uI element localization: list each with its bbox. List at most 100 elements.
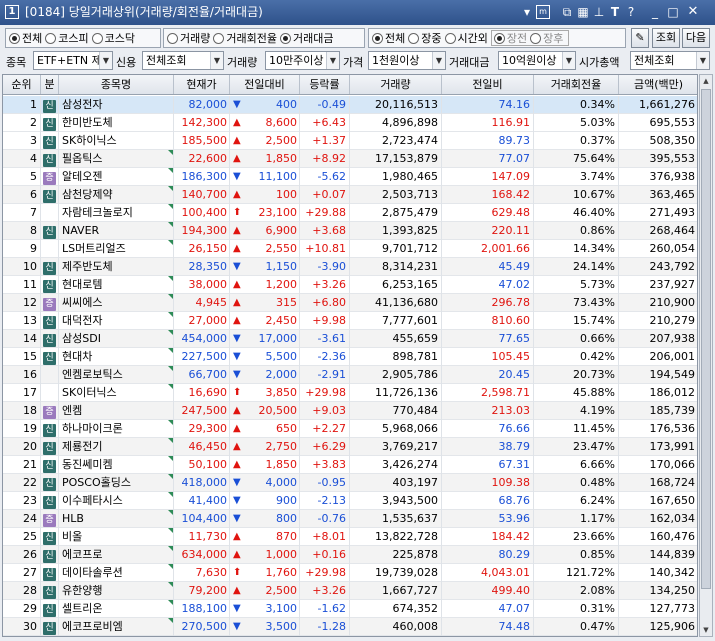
radio-market-kospi[interactable]: 코스피 bbox=[45, 30, 89, 46]
table-row[interactable]: 17 SK이터닉스 16,690 ⬆ 3,850 +29.98 11,726,136 2,59… bbox=[3, 384, 697, 402]
help-icon[interactable]: ? bbox=[624, 5, 638, 19]
header-turnover[interactable]: 거래회전율 bbox=[534, 75, 619, 94]
stock-name-cell[interactable]: POSCO홀딩스 bbox=[59, 474, 174, 492]
header-prev-ratio[interactable]: 전일비 bbox=[442, 75, 534, 94]
next-button[interactable]: 다음 bbox=[682, 28, 710, 48]
table-row[interactable]: 24 증 HLB 104,400 ▼ 800 -0.76 1,535,637 53.96 1.17… bbox=[3, 510, 697, 528]
stock-name-cell[interactable]: 데이타솔루션 bbox=[59, 564, 174, 582]
header-change[interactable]: 전일대비 bbox=[230, 75, 300, 94]
header-name[interactable]: 종목명 bbox=[59, 75, 174, 94]
pin-icon[interactable]: ⊥ bbox=[592, 5, 606, 19]
stock-name-cell[interactable]: 삼성전자 bbox=[59, 96, 174, 114]
link-icon[interactable]: ⧉ bbox=[560, 5, 574, 19]
table-row[interactable]: 6 신 삼천당제약 140,700 ▲ 100 +0.07 2,503,713 168.42 10… bbox=[3, 186, 697, 204]
vertical-scrollbar[interactable]: ▲ ▼ bbox=[699, 74, 713, 637]
table-row[interactable]: 27 신 데이타솔루션 7,630 ⬆ 1,760 +29.98 19,739,028 4,04… bbox=[3, 564, 697, 582]
font-icon[interactable]: T bbox=[608, 5, 622, 19]
stock-name-cell[interactable]: HLB bbox=[59, 510, 174, 528]
table-row[interactable]: 11 신 현대로템 38,000 ▲ 1,200 +3.26 6,253,165 47.02 5.… bbox=[3, 276, 697, 294]
table-row[interactable]: 28 신 유한양행 79,200 ▲ 2,500 +3.26 1,667,727 499.40 2… bbox=[3, 582, 697, 600]
header-rank[interactable]: 순위 bbox=[3, 75, 41, 94]
stock-name-cell[interactable]: 삼성SDI bbox=[59, 330, 174, 348]
stock-name-cell[interactable]: NAVER bbox=[59, 222, 174, 240]
maximize-icon[interactable]: □ bbox=[666, 5, 680, 19]
price-select[interactable]: 1천원이상 ▼ bbox=[368, 51, 446, 70]
settings-button[interactable]: ✎ bbox=[631, 28, 649, 48]
stock-name-cell[interactable]: 삼천당제약 bbox=[59, 186, 174, 204]
stock-name-cell[interactable]: 씨씨에스 bbox=[59, 294, 174, 312]
radio-market-all[interactable]: 전체 bbox=[9, 30, 42, 46]
table-row[interactable]: 12 증 씨씨에스 4,945 ▲ 315 +6.80 41,136,680 296.78 73.… bbox=[3, 294, 697, 312]
stock-name-cell[interactable]: 에코프로비엠 bbox=[59, 618, 174, 636]
stock-name-cell[interactable]: 유한양행 bbox=[59, 582, 174, 600]
table-row[interactable]: 4 신 필옵틱스 22,600 ▲ 1,850 +8.92 17,153,879 77.07 75… bbox=[3, 150, 697, 168]
mcap-select[interactable]: 전체조회 ▼ bbox=[630, 51, 710, 70]
table-row[interactable]: 5 증 알테오젠 186,300 ▼ 11,100 -5.62 1,980,465 147.09… bbox=[3, 168, 697, 186]
header-price[interactable]: 현재가 bbox=[174, 75, 230, 94]
expand-icon[interactable]: ▾ bbox=[520, 5, 534, 19]
radio-sort-volume[interactable]: 거래량 bbox=[167, 30, 210, 46]
table-row[interactable]: 8 신 NAVER 194,300 ▲ 6,900 +3.68 1,393,825 220.11… bbox=[3, 222, 697, 240]
radio-session-regular[interactable]: 장중 bbox=[408, 30, 442, 46]
radio-sort-turnover[interactable]: 거래회전율 bbox=[213, 30, 277, 46]
table-row[interactable]: 10 신 제주반도체 28,350 ▼ 1,150 -3.90 8,314,231 45.49 2… bbox=[3, 258, 697, 276]
stock-name-cell[interactable]: 현대차 bbox=[59, 348, 174, 366]
table-row[interactable]: 1 신 삼성전자 82,000 ▼ 400 -0.49 20,116,513 74.16 0.34… bbox=[3, 96, 697, 114]
stock-name-cell[interactable]: 필옵틱스 bbox=[59, 150, 174, 168]
table-row[interactable]: 29 신 셀트리온 188,100 ▼ 3,100 -1.62 674,352 47.07 0.3… bbox=[3, 600, 697, 618]
stock-name-cell[interactable]: 제주반도체 bbox=[59, 258, 174, 276]
stock-name-cell[interactable]: 알테오젠 bbox=[59, 168, 174, 186]
scroll-up-icon[interactable]: ▲ bbox=[700, 75, 712, 87]
stock-name-cell[interactable]: 비올 bbox=[59, 528, 174, 546]
table-row[interactable]: 13 신 대덕전자 27,000 ▲ 2,450 +9.98 7,777,601 810.60 1… bbox=[3, 312, 697, 330]
volume-select[interactable]: 10만주이상 ▼ bbox=[265, 51, 340, 70]
radio-market-kosdaq[interactable]: 코스닥 bbox=[91, 30, 135, 46]
radio-pre-market[interactable]: 장전 bbox=[493, 30, 527, 46]
stock-name-cell[interactable]: 동진쎄미켐 bbox=[59, 456, 174, 474]
table-row[interactable]: 30 신 에코프로비엠 270,500 ▼ 3,500 -1.28 460,008 74.48 0… bbox=[3, 618, 697, 636]
table-row[interactable]: 7 자람테크놀로지 100,400 ⬆ 23,100 +29.88 2,875,479 629… bbox=[3, 204, 697, 222]
scrollbar-thumb[interactable] bbox=[701, 89, 711, 589]
table-row[interactable]: 14 신 삼성SDI 454,000 ▼ 17,000 -3.61 455,659 77.65 0… bbox=[3, 330, 697, 348]
table-row[interactable]: 18 증 엔켐 247,500 ▲ 20,500 +9.03 770,484 213.03 4.1… bbox=[3, 402, 697, 420]
stock-name-cell[interactable]: 대덕전자 bbox=[59, 312, 174, 330]
radio-session-all[interactable]: 전체 bbox=[372, 30, 405, 46]
memo-icon[interactable]: m bbox=[536, 5, 550, 19]
stock-name-cell[interactable]: SK하이닉스 bbox=[59, 132, 174, 150]
stock-name-cell[interactable]: 자람테크놀로지 bbox=[59, 204, 174, 222]
header-volume[interactable]: 거래량 bbox=[350, 75, 442, 94]
stock-name-cell[interactable]: 엔켐로보틱스 bbox=[59, 366, 174, 384]
stock-name-cell[interactable]: LS머트리얼즈 bbox=[59, 240, 174, 258]
stock-name-cell[interactable]: 현대로템 bbox=[59, 276, 174, 294]
table-row[interactable]: 19 신 하나마이크론 29,300 ▲ 650 +2.27 5,968,066 76.66 11… bbox=[3, 420, 697, 438]
stock-name-cell[interactable]: 이수페타시스 bbox=[59, 492, 174, 510]
grid-icon[interactable]: ▦ bbox=[576, 5, 590, 19]
radio-sort-amount[interactable]: 거래대금 bbox=[279, 30, 333, 46]
stock-name-cell[interactable]: 하나마이크론 bbox=[59, 420, 174, 438]
header-rate[interactable]: 등락률 bbox=[300, 75, 350, 94]
search-button[interactable]: 조회 bbox=[652, 28, 680, 48]
scroll-down-icon[interactable]: ▼ bbox=[700, 624, 712, 636]
amount-select[interactable]: 10억원이상 ▼ bbox=[498, 51, 576, 70]
table-row[interactable]: 25 신 비올 11,730 ▲ 870 +8.01 13,822,728 184.42 23.6… bbox=[3, 528, 697, 546]
table-row[interactable]: 23 신 이수페타시스 41,400 ▼ 900 -2.13 3,943,500 68.76 6.… bbox=[3, 492, 697, 510]
stock-name-cell[interactable]: SK이터닉스 bbox=[59, 384, 174, 402]
radio-session-afterhours[interactable]: 시간외 bbox=[444, 30, 488, 46]
stock-name-cell[interactable]: 셀트리온 bbox=[59, 600, 174, 618]
table-row[interactable]: 3 신 SK하이닉스 185,500 ▲ 2,500 +1.37 2,723,474 89.73… bbox=[3, 132, 697, 150]
header-amount[interactable]: 금액(백만) bbox=[619, 75, 697, 94]
credit-select[interactable]: 전체조회 ▼ bbox=[142, 51, 224, 70]
table-row[interactable]: 2 신 한미반도체 142,300 ▲ 8,600 +6.43 4,896,898 116.91… bbox=[3, 114, 697, 132]
stock-select[interactable]: ETF+ETN 제 ▼ bbox=[33, 51, 113, 70]
close-icon[interactable]: ✕ bbox=[686, 5, 700, 19]
table-row[interactable]: 26 신 에코프로 634,000 ▲ 1,000 +0.16 225,878 80.29 0.8… bbox=[3, 546, 697, 564]
radio-post-market[interactable]: 장후 bbox=[530, 30, 563, 46]
header-division[interactable]: 분 bbox=[41, 75, 59, 94]
table-row[interactable]: 15 신 현대차 227,500 ▼ 5,500 -2.36 898,781 105.45 0.4… bbox=[3, 348, 697, 366]
stock-name-cell[interactable]: 에코프로 bbox=[59, 546, 174, 564]
table-row[interactable]: 20 신 제룡전기 46,450 ▲ 2,750 +6.29 3,769,217 38.79 23… bbox=[3, 438, 697, 456]
table-row[interactable]: 21 신 동진쎄미켐 50,100 ▲ 1,850 +3.83 3,426,274 67.31 6… bbox=[3, 456, 697, 474]
table-row[interactable]: 22 신 POSCO홀딩스 418,000 ▼ 4,000 -0.95 403,197 109.… bbox=[3, 474, 697, 492]
table-row[interactable]: 16 엔켐로보틱스 66,700 ▼ 2,000 -2.91 2,905,786 20.45 2… bbox=[3, 366, 697, 384]
stock-name-cell[interactable]: 엔켐 bbox=[59, 402, 174, 420]
